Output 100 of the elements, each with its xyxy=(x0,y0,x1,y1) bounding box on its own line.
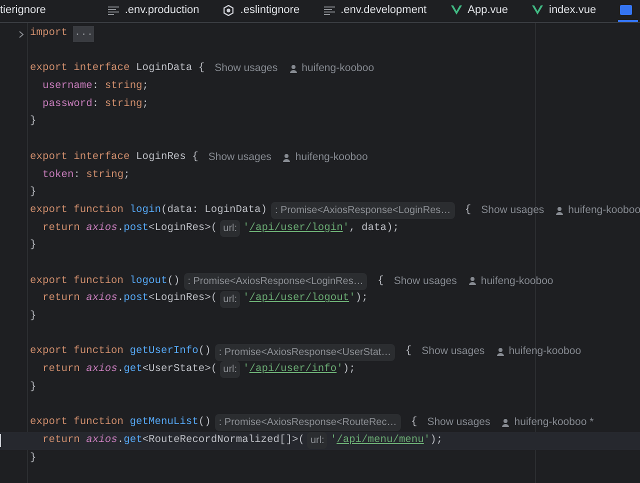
keyword: export interface xyxy=(30,61,131,76)
code-text: { xyxy=(376,274,384,289)
code-text: { xyxy=(464,202,472,218)
code-text: } xyxy=(30,309,36,324)
person-icon xyxy=(468,277,476,286)
fold-chevron-icon[interactable] xyxy=(19,31,24,38)
folded-code[interactable]: ... xyxy=(73,26,94,42)
code-text: . xyxy=(117,291,124,306)
keyword: export function xyxy=(30,415,125,430)
url-string[interactable]: /api/user/login xyxy=(249,220,343,236)
code-text: ); xyxy=(430,432,443,448)
keyword: return xyxy=(42,291,81,306)
keyword: string xyxy=(104,96,142,112)
code-text: ); xyxy=(355,291,368,306)
show-usages-link[interactable]: Show usages xyxy=(481,202,544,219)
function-name: getUserInfo xyxy=(130,344,198,360)
text-cursor xyxy=(0,434,1,447)
code-text: ); xyxy=(342,362,356,378)
code-text: } xyxy=(30,185,36,200)
code-text: , data); xyxy=(349,220,399,236)
parameter-hint: url: xyxy=(220,361,240,378)
code-text: . xyxy=(117,432,124,448)
code-text: { xyxy=(410,415,418,430)
code-text: LoginRes { xyxy=(136,150,198,165)
function-name: logout xyxy=(130,274,168,289)
keyword: export function xyxy=(30,344,125,360)
keyword: string xyxy=(104,79,142,94)
identifier: axios xyxy=(86,291,118,306)
type-hint: : Promise<AxiosResponse<RouteRec… xyxy=(214,414,401,432)
author-label: huifeng-kooboo xyxy=(556,202,640,219)
type-hint: : Promise<AxiosResponse<LoginRes… xyxy=(184,272,368,290)
code-text: : xyxy=(92,79,100,94)
vue-logo-icon xyxy=(532,5,543,15)
string-quote: ' xyxy=(342,220,350,236)
editor-tab[interactable]: App.vue xyxy=(448,0,530,22)
string-quote: ' xyxy=(336,362,343,378)
editor-tab[interactable]: .env.production xyxy=(106,0,222,22)
property-name: username xyxy=(42,79,92,94)
code-text: ; xyxy=(142,79,149,94)
identifier: axios xyxy=(86,220,118,236)
code-text: . xyxy=(117,362,124,378)
author-label: huifeng-kooboo xyxy=(283,150,368,166)
vue-logo-icon xyxy=(450,5,462,15)
code-text: LoginData { xyxy=(136,61,205,76)
show-usages-link[interactable]: Show usages xyxy=(422,344,485,360)
keyword: return xyxy=(42,220,81,236)
string-quote: ' xyxy=(243,362,250,378)
text-file-icon xyxy=(108,6,119,14)
typescript-file-icon xyxy=(620,5,632,15)
code-text: : xyxy=(74,168,81,183)
code-text: ; xyxy=(142,96,149,112)
author-label: huifeng-kooboo * xyxy=(502,415,594,431)
code-text: <RouteRecordNormalized[]>( xyxy=(142,432,304,448)
code-text: <LoginRes>( xyxy=(148,291,218,306)
function-name: post xyxy=(124,220,149,236)
type-hint: : Promise<AxiosResponse<UserStat… xyxy=(214,344,396,361)
person-icon xyxy=(496,348,504,356)
person-icon xyxy=(283,154,290,162)
identifier: axios xyxy=(86,432,118,448)
code-text: } xyxy=(30,114,36,130)
keyword: return xyxy=(42,432,81,448)
property-name: password xyxy=(42,96,92,112)
editor-tab[interactable]: .env.development xyxy=(322,0,449,22)
code-text: } xyxy=(30,380,36,395)
code-text: { xyxy=(404,344,412,360)
person-icon xyxy=(502,418,510,427)
url-string[interactable]: /api/user/info xyxy=(249,362,337,378)
function-name: get xyxy=(124,432,142,448)
show-usages-link[interactable]: Show usages xyxy=(394,274,457,290)
keyword: export interface xyxy=(30,150,131,165)
parameter-hint: url: xyxy=(220,290,240,308)
keyword: import xyxy=(30,26,68,42)
string-quote: ' xyxy=(424,432,430,448)
author-label: huifeng-kooboo xyxy=(496,344,582,360)
gear-icon xyxy=(223,4,234,16)
show-usages-link[interactable]: Show usages xyxy=(208,150,272,166)
property-name: token xyxy=(42,168,74,183)
editor-tab[interactable]: .eslintignore xyxy=(221,0,322,22)
keyword: return xyxy=(42,362,81,378)
code-text: } xyxy=(30,238,36,254)
code-text: (data: LoginData) xyxy=(160,202,267,218)
author-label: huifeng-kooboo xyxy=(290,61,374,78)
string-quote: ' xyxy=(330,432,337,448)
function-name: login xyxy=(130,202,161,218)
code-text: } xyxy=(30,450,36,466)
type-hint: : Promise<AxiosResponse<LoginRes… xyxy=(270,202,455,220)
editor-tab[interactable]: index.vue xyxy=(530,0,618,22)
code-text: () xyxy=(167,274,180,289)
string-quote: ' xyxy=(243,220,250,236)
string-quote: ' xyxy=(243,291,250,306)
show-usages-link[interactable]: Show usages xyxy=(427,415,490,431)
person-icon xyxy=(290,65,297,74)
editor-tab[interactable]: tierignore xyxy=(0,0,106,22)
author-label: huifeng-kooboo xyxy=(468,274,554,290)
code-text: : xyxy=(92,96,100,112)
code-text: <LoginRes>( xyxy=(148,220,218,236)
code-text: <UserState>( xyxy=(142,362,218,378)
code-text: () xyxy=(198,415,211,430)
show-usages-link[interactable]: Show usages xyxy=(214,61,278,78)
url-string[interactable]: /api/menu/menu xyxy=(336,432,424,448)
